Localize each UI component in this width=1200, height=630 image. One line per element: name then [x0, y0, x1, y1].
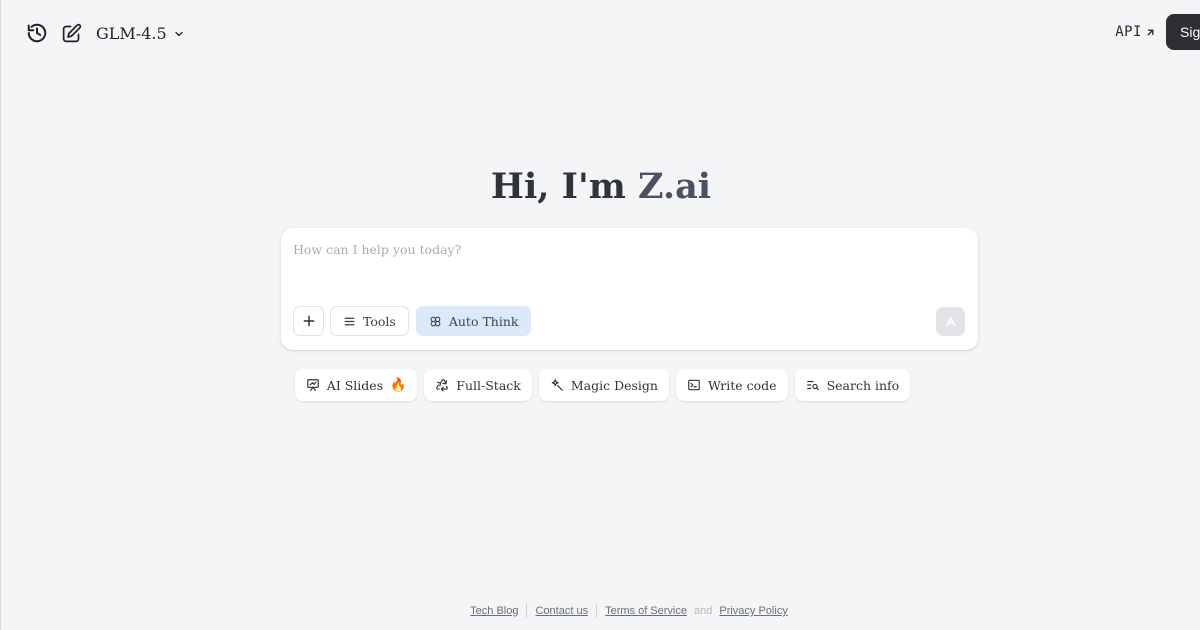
footer-link-terms[interactable]: Terms of Service [605, 605, 687, 617]
model-selector[interactable]: GLM-4.5 [96, 24, 185, 43]
chip-write-code[interactable]: Write code [675, 369, 788, 401]
auto-think-label: Auto Think [448, 313, 519, 329]
chip-search-info[interactable]: Search info [794, 369, 911, 401]
chip-label: Full-Stack [456, 377, 521, 393]
api-link[interactable]: API [1115, 24, 1156, 40]
send-button[interactable] [936, 307, 965, 336]
new-chat-icon[interactable] [60, 22, 82, 44]
arrow-up-right-icon [1147, 29, 1154, 35]
chevron-down-icon [175, 31, 183, 36]
topbar-right: API Sign in [1115, 14, 1200, 50]
chat-input-card: Tools Auto Think [281, 228, 978, 350]
footer-divider [596, 604, 598, 618]
recycle-icon [436, 379, 449, 392]
chip-ai-slides[interactable]: AI Slides 🔥 [294, 369, 418, 401]
tools-label: Tools [363, 313, 396, 329]
chip-label: Magic Design [570, 377, 658, 393]
greeting-text: Hi, I'm [490, 166, 626, 207]
footer-link-tech-blog[interactable]: Tech Blog [470, 605, 518, 617]
tools-button[interactable]: Tools [330, 306, 409, 336]
page: GLM-4.5 API Sign in Hi, I'm Z.ai [0, 0, 1200, 630]
menu-icon [344, 317, 355, 325]
magic-wand-icon [551, 379, 563, 391]
chip-label: Search info [826, 377, 900, 393]
terminal-icon [688, 379, 700, 391]
signin-button[interactable]: Sign in [1166, 14, 1200, 50]
api-label: API [1115, 24, 1142, 40]
chat-toolbar: Tools Auto Think [293, 306, 532, 336]
model-name: GLM-4.5 [96, 23, 167, 43]
auto-think-button[interactable]: Auto Think [415, 306, 532, 336]
chip-magic-design[interactable]: Magic Design [538, 369, 669, 401]
brand-name: Z.ai [637, 166, 712, 207]
chat-input[interactable] [293, 238, 953, 260]
hero-title: Hi, I'm Z.ai [1, 166, 1200, 207]
suggestion-chips: AI Slides 🔥 Full-Stack Magic Design Writ… [1, 369, 1200, 401]
chip-label: Write code [707, 377, 777, 393]
chip-label: AI Slides [326, 377, 384, 393]
plus-icon [303, 315, 314, 327]
fire-icon: 🔥 [390, 377, 407, 393]
footer-divider [526, 604, 528, 618]
send-arrow-icon [945, 316, 956, 327]
think-icon [430, 316, 441, 326]
footer-link-contact[interactable]: Contact us [535, 605, 588, 617]
search-list-icon [806, 380, 819, 391]
topbar-left: GLM-4.5 [26, 22, 185, 44]
attach-button[interactable] [293, 306, 324, 336]
presentation-icon [306, 379, 319, 391]
footer: Tech Blog Contact us Terms of Service an… [1, 604, 1200, 618]
footer-and-text: and [694, 605, 713, 617]
footer-link-privacy[interactable]: Privacy Policy [719, 605, 787, 617]
history-icon[interactable] [26, 22, 48, 44]
chip-full-stack[interactable]: Full-Stack [424, 369, 532, 401]
